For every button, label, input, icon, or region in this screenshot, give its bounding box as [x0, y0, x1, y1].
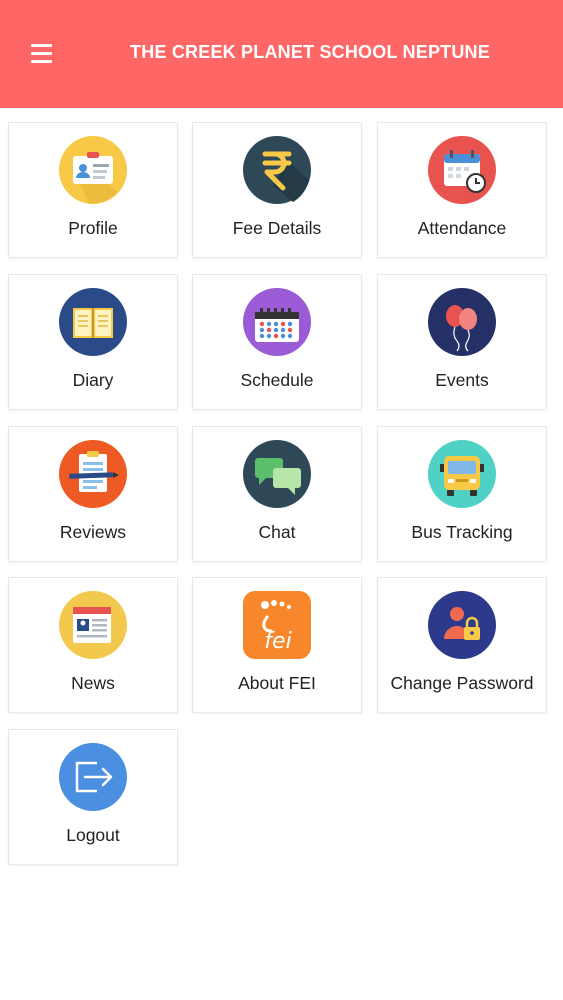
tile-label: Change Password — [390, 673, 534, 693]
schedule-calendar-icon — [243, 288, 311, 356]
diary-tile[interactable]: Diary — [8, 274, 178, 410]
tile-label: Diary — [72, 370, 114, 390]
tile-label: Profile — [68, 218, 118, 238]
reviews-tile[interactable]: Reviews — [8, 426, 178, 562]
logout-tile[interactable]: Logout — [8, 729, 178, 865]
tile-label: About FEI — [238, 673, 316, 693]
tile-label: Logout — [66, 825, 120, 845]
bus-icon — [428, 440, 496, 508]
chat-bubbles-icon — [243, 440, 311, 508]
page-title: THE CREEK PLANET SCHOOL NEPTUNE — [130, 42, 490, 62]
fei-logo-icon: fei — [243, 591, 311, 659]
id-card-icon — [59, 136, 127, 204]
rupee-icon — [243, 136, 311, 204]
profile-tile[interactable]: Profile — [8, 122, 178, 258]
tile-label: News — [71, 673, 115, 693]
calendar-clock-icon — [428, 136, 496, 204]
clipboard-pen-icon — [59, 440, 127, 508]
schedule-tile[interactable]: Schedule — [192, 274, 362, 410]
tile-label: Fee Details — [232, 218, 322, 238]
tile-label: Chat — [258, 522, 296, 542]
tile-label: Attendance — [417, 218, 507, 238]
tile-label: Reviews — [59, 522, 127, 542]
events-tile[interactable]: Events — [377, 274, 547, 410]
open-book-icon — [59, 288, 127, 356]
app-header: THE CREEK PLANET SCHOOL NEPTUNE — [0, 0, 563, 108]
tile-label: Bus Tracking — [411, 522, 513, 542]
change-password-tile[interactable]: Change Password — [377, 577, 547, 713]
svg-text:fei: fei — [264, 629, 291, 654]
tile-label: Events — [435, 370, 489, 390]
tile-label: Schedule — [240, 370, 314, 390]
newspaper-icon — [59, 591, 127, 659]
fee-details-tile[interactable]: Fee Details — [192, 122, 362, 258]
balloons-icon — [428, 288, 496, 356]
news-tile[interactable]: News — [8, 577, 178, 713]
chat-tile[interactable]: Chat — [192, 426, 362, 562]
about-fei-tile[interactable]: fei About FEI — [192, 577, 362, 713]
hamburger-menu-icon[interactable] — [28, 44, 54, 66]
logout-icon — [59, 743, 127, 811]
bus-tracking-tile[interactable]: Bus Tracking — [377, 426, 547, 562]
attendance-tile[interactable]: Attendance — [377, 122, 547, 258]
user-lock-icon — [428, 591, 496, 659]
